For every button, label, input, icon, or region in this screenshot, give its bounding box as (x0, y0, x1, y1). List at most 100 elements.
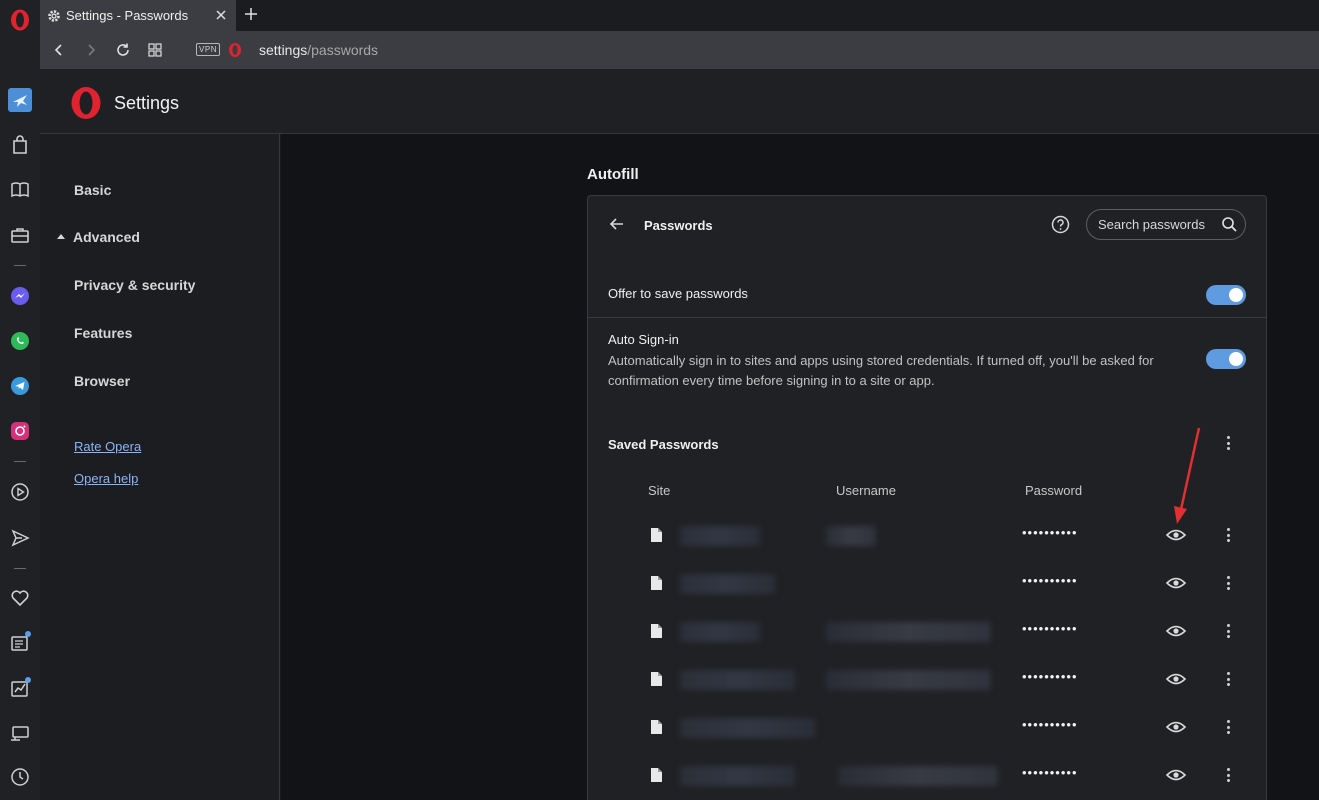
site-value-blurred (680, 574, 775, 594)
player-icon[interactable] (8, 480, 32, 504)
sidebar-separator (14, 461, 26, 462)
help-icon[interactable] (1051, 215, 1070, 234)
history-clock-icon[interactable] (8, 765, 32, 789)
browser-window: Settings - Passwords VPN settings/passwo… (0, 0, 1319, 800)
nav-item-privacy-security[interactable]: Privacy & security (74, 277, 195, 293)
rate-opera-link[interactable]: Rate Opera (74, 439, 141, 454)
shopping-bag-icon[interactable] (8, 133, 32, 157)
search-icon[interactable] (1221, 216, 1238, 233)
settings-main: Autofill Passwords Search passwords Offe… (281, 134, 1319, 800)
passwords-card: Passwords Offer to save passwords Auto (587, 195, 1267, 800)
column-header-password: Password (1025, 483, 1083, 498)
eye-icon[interactable] (1166, 576, 1186, 590)
password-row[interactable]: •••••••••• (588, 561, 1266, 609)
search-passwords-box[interactable] (1086, 209, 1246, 240)
column-header-username: Username (836, 483, 896, 498)
auto-signin-label: Auto Sign-in (608, 332, 679, 347)
row-menu-icon[interactable] (1226, 672, 1230, 686)
speed-dial-button[interactable] (146, 41, 164, 59)
file-icon (651, 624, 662, 638)
username-value-blurred (826, 526, 876, 546)
url-path: /passwords (307, 42, 379, 58)
file-icon (651, 576, 662, 590)
opera-help-link[interactable]: Opera help (74, 471, 138, 486)
sidebar-separator (14, 568, 26, 569)
row-menu-icon[interactable] (1226, 720, 1230, 734)
offer-to-save-label: Offer to save passwords (608, 286, 748, 301)
send-icon[interactable] (8, 526, 32, 550)
close-tab-icon[interactable] (214, 8, 228, 22)
search-passwords-input[interactable] (1098, 217, 1218, 232)
reload-icon (117, 43, 129, 56)
instagram-icon[interactable] (8, 419, 32, 443)
url-field[interactable]: settings/passwords (259, 42, 378, 58)
back-button[interactable] (50, 41, 68, 59)
password-row[interactable]: •••••••••• (588, 753, 1266, 800)
opera-page-icon (229, 43, 241, 57)
settings-header: Settings (40, 69, 1319, 134)
row-menu-icon[interactable] (1226, 576, 1230, 590)
password-row[interactable]: •••••••••• (588, 609, 1266, 657)
eye-icon[interactable] (1166, 720, 1186, 734)
eye-icon[interactable] (1166, 528, 1186, 542)
grid-icon (148, 43, 162, 57)
back-arrow-icon[interactable] (608, 215, 626, 233)
column-header-site: Site (648, 483, 671, 498)
url-host: settings (259, 42, 308, 58)
row-menu-icon[interactable] (1226, 768, 1230, 782)
opera-logo (71, 87, 101, 119)
toggle-knob (1229, 288, 1243, 302)
site-value-blurred (680, 766, 795, 786)
messenger-icon[interactable] (8, 284, 32, 308)
nav-item-browser[interactable]: Browser (74, 373, 130, 389)
briefcase-icon[interactable] (8, 223, 32, 247)
heart-icon[interactable] (8, 586, 32, 610)
row-menu-icon[interactable] (1226, 624, 1230, 638)
card-header: Passwords (588, 196, 1266, 254)
row-menu-icon[interactable] (1226, 528, 1230, 542)
password-row[interactable]: •••••••••• (588, 657, 1266, 705)
nav-item-basic[interactable]: Basic (74, 182, 111, 198)
password-row[interactable]: •••••••••• (588, 513, 1266, 561)
page-title: Settings (114, 93, 180, 113)
password-value: •••••••••• (1022, 765, 1078, 780)
tracker-notification-dot (25, 677, 31, 683)
eye-icon[interactable] (1166, 768, 1186, 782)
section-title: Autofill (587, 166, 639, 183)
nav-item-features[interactable]: Features (74, 325, 132, 341)
password-value: •••••••••• (1022, 717, 1078, 732)
caret-up-icon[interactable] (57, 234, 65, 239)
eye-icon[interactable] (1166, 672, 1186, 686)
flights-icon[interactable] (8, 88, 32, 112)
file-icon (651, 768, 662, 782)
address-bar: VPN settings/passwords (40, 31, 1319, 69)
site-value-blurred (680, 670, 795, 690)
whatsapp-icon[interactable] (8, 329, 32, 353)
book-icon[interactable] (8, 178, 32, 202)
gear-icon (48, 9, 60, 22)
forward-button[interactable] (82, 41, 100, 59)
username-value-blurred (838, 766, 998, 786)
tabs-devices-icon[interactable] (8, 721, 32, 745)
nav-item-advanced[interactable]: Advanced (73, 229, 140, 245)
new-tab-icon[interactable] (243, 6, 259, 22)
offer-to-save-toggle[interactable] (1206, 285, 1246, 305)
saved-passwords-menu-icon[interactable] (1226, 436, 1230, 450)
tab-title: Settings - Passwords (66, 8, 189, 23)
opera-menu-icon[interactable] (9, 8, 31, 32)
tab-settings-passwords[interactable]: Settings - Passwords (40, 0, 236, 31)
vpn-badge[interactable]: VPN (196, 43, 220, 56)
eye-icon[interactable] (1166, 624, 1186, 638)
site-value-blurred (680, 526, 760, 546)
auto-signin-toggle[interactable] (1206, 349, 1246, 369)
username-value-blurred (826, 670, 991, 690)
opera-sidebar (0, 0, 40, 800)
telegram-icon[interactable] (8, 374, 32, 398)
reload-button[interactable] (114, 41, 132, 59)
password-row[interactable]: •••••••••• (588, 705, 1266, 753)
file-icon (651, 672, 662, 686)
offer-to-save-row: Offer to save passwords (588, 272, 1266, 318)
news-notification-dot (25, 631, 31, 637)
tab-bar: Settings - Passwords (40, 0, 1319, 31)
saved-passwords-title: Saved Passwords (608, 437, 719, 452)
